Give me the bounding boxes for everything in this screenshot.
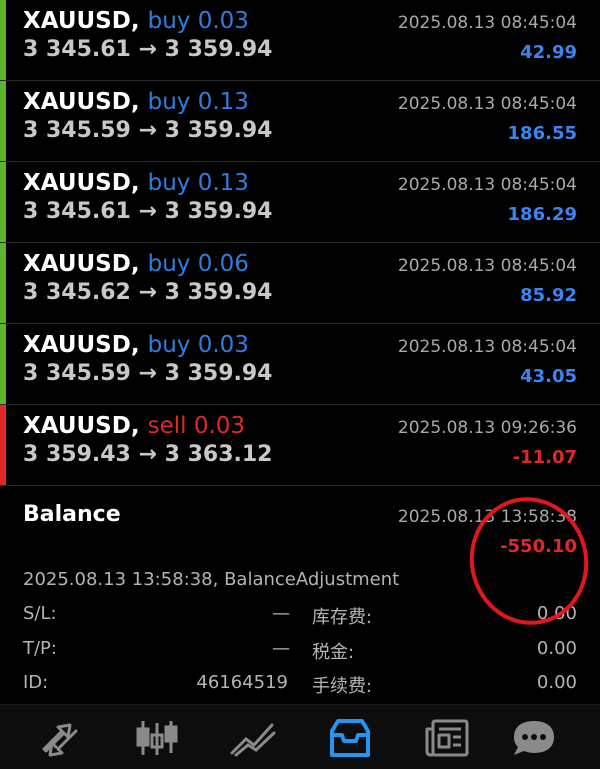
- deal-prices: 3 345.61 → 3 359.94: [23, 199, 273, 224]
- candlestick-chart-icon: [136, 721, 178, 755]
- deal-row[interactable]: XAUUSD, buy 0.03 3 345.61 → 3 359.94 202…: [0, 0, 600, 81]
- swap-value: 0.00: [536, 603, 577, 624]
- deal-prices: 3 345.59 → 3 359.94: [23, 118, 273, 143]
- direction-bar: [0, 405, 6, 485]
- direction-bar: [0, 243, 6, 323]
- deal-prices: 3 359.43 → 3 363.12: [23, 442, 273, 467]
- history-inbox-icon: [330, 719, 370, 757]
- deal-profit: 85.92: [520, 285, 577, 306]
- trade-arrows-icon: [42, 723, 78, 757]
- balance-profit: -550.10: [500, 536, 577, 557]
- deal-profit: 43.05: [520, 366, 577, 387]
- id-label: ID:: [23, 672, 49, 693]
- direction-bar: [0, 0, 6, 80]
- tp-label: T/P:: [23, 638, 57, 659]
- swap-label: 库存费:: [312, 607, 373, 628]
- bottom-nav: [0, 704, 600, 769]
- deal-direction: buy 0.13: [147, 170, 249, 196]
- tax-value: 0.00: [536, 638, 577, 659]
- tax-label: 税金:: [312, 642, 355, 663]
- news-icon: [425, 719, 469, 757]
- deal-time: 2025.08.13 08:45:04: [397, 337, 577, 357]
- deal-row[interactable]: XAUUSD, buy 0.13 3 345.61 → 3 359.94 202…: [0, 162, 600, 243]
- deal-profit: 186.55: [507, 123, 577, 144]
- deal-row[interactable]: XAUUSD, buy 0.06 3 345.62 → 3 359.94 202…: [0, 243, 600, 324]
- deal-symbol: XAUUSD, sell 0.03: [23, 413, 246, 439]
- deal-direction: buy 0.03: [147, 332, 249, 358]
- nav-quotes-chart-button[interactable]: [129, 717, 185, 759]
- deal-prices: 3 345.62 → 3 359.94: [23, 280, 273, 305]
- deal-symbol: XAUUSD, buy 0.13: [23, 170, 249, 196]
- tp-value: —: [272, 638, 290, 659]
- balance-comment: 2025.08.13 13:58:38, BalanceAdjustment: [23, 569, 400, 590]
- deal-direction: buy 0.03: [147, 8, 249, 34]
- deal-direction: buy 0.13: [147, 89, 249, 115]
- deal-symbol: XAUUSD, buy 0.03: [23, 332, 249, 358]
- trend-chart-icon: [230, 723, 276, 757]
- nav-trade-button[interactable]: [32, 717, 88, 759]
- deal-profit: 186.29: [507, 204, 577, 225]
- sl-value: —: [272, 603, 290, 624]
- deal-direction: sell 0.03: [147, 413, 246, 439]
- direction-bar: [0, 324, 6, 404]
- deal-direction: buy 0.06: [147, 251, 249, 277]
- commission-value: 0.00: [536, 672, 577, 693]
- deal-symbol: XAUUSD, buy 0.13: [23, 89, 249, 115]
- id-value: 46164519: [196, 672, 288, 693]
- commission-label: 手续费:: [312, 676, 373, 697]
- balance-entry[interactable]: Balance 2025.08.13 13:58:38 -550.10 2025…: [0, 488, 600, 704]
- deal-time: 2025.08.13 08:45:04: [397, 175, 577, 195]
- balance-time: 2025.08.13 13:58:38: [397, 507, 577, 527]
- nav-history-button[interactable]: [322, 717, 378, 759]
- deal-time: 2025.08.13 08:45:04: [397, 94, 577, 114]
- direction-bar: [0, 162, 6, 242]
- deal-prices: 3 345.61 → 3 359.94: [23, 37, 273, 62]
- deal-symbol: XAUUSD, buy 0.06: [23, 251, 249, 277]
- direction-bar: [0, 81, 6, 161]
- deal-time: 2025.08.13 08:45:04: [397, 256, 577, 276]
- nav-news-button[interactable]: [419, 717, 475, 759]
- deal-row[interactable]: XAUUSD, buy 0.03 3 345.59 → 3 359.94 202…: [0, 324, 600, 405]
- deal-row[interactable]: XAUUSD, buy 0.13 3 345.59 → 3 359.94 202…: [0, 81, 600, 162]
- chat-icon: [514, 721, 554, 755]
- balance-title: Balance: [23, 502, 121, 527]
- sl-label: S/L:: [23, 603, 57, 624]
- nav-chat-button[interactable]: [506, 717, 562, 759]
- deal-profit: -11.07: [512, 447, 577, 468]
- nav-trend-button[interactable]: [226, 717, 282, 759]
- deal-prices: 3 345.59 → 3 359.94: [23, 361, 273, 386]
- deal-profit: 42.99: [520, 42, 577, 63]
- deal-time: 2025.08.13 09:26:36: [397, 418, 577, 438]
- deal-row[interactable]: XAUUSD, sell 0.03 3 359.43 → 3 363.12 20…: [0, 405, 600, 486]
- deal-time: 2025.08.13 08:45:04: [397, 13, 577, 33]
- deal-symbol: XAUUSD, buy 0.03: [23, 8, 249, 34]
